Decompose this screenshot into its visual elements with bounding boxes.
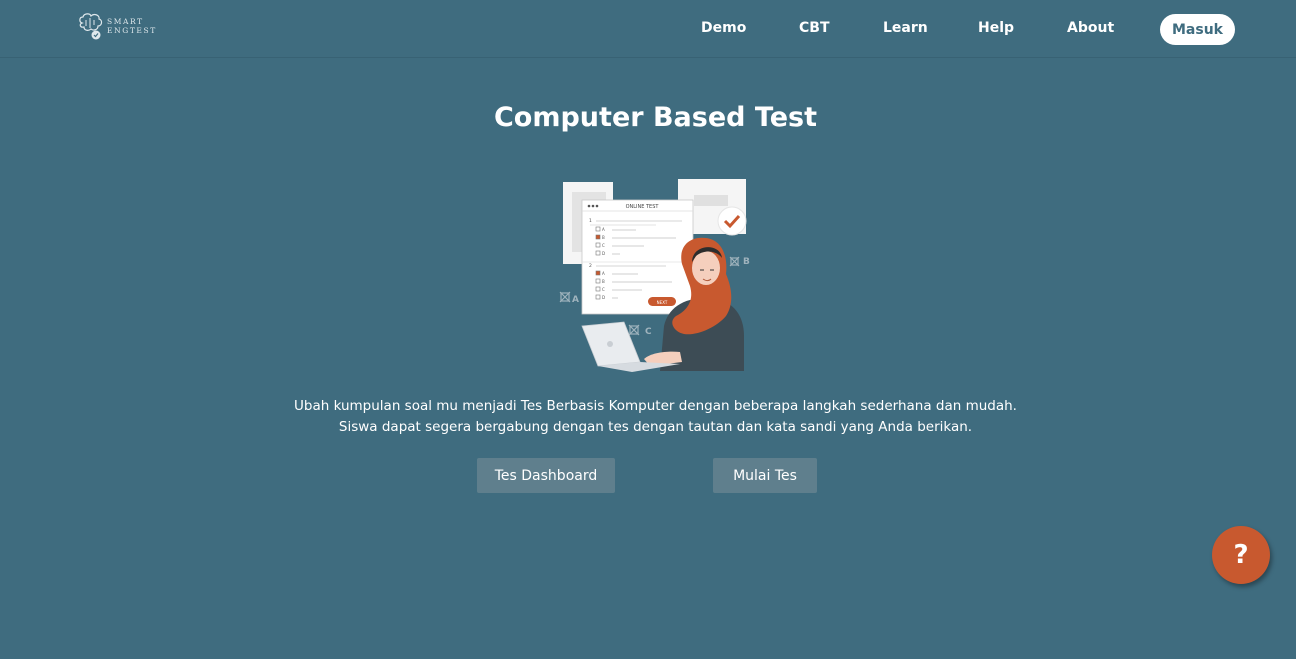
svg-text:A: A: [602, 227, 605, 232]
sheet-title: ONLINE TEST: [626, 204, 660, 210]
nav-cbt[interactable]: CBT: [799, 20, 830, 36]
svg-text:C: C: [602, 287, 605, 292]
svg-text:C: C: [602, 243, 605, 248]
svg-text:A: A: [602, 271, 605, 276]
nav-about[interactable]: About: [1067, 20, 1114, 36]
svg-text:D: D: [602, 295, 605, 300]
test-dashboard-button[interactable]: Tes Dashboard: [477, 458, 615, 493]
start-test-button[interactable]: Mulai Tes: [713, 458, 817, 493]
login-button[interactable]: Masuk: [1160, 14, 1235, 45]
nav-learn[interactable]: Learn: [883, 20, 928, 36]
svg-text:D: D: [602, 251, 605, 256]
description-line-2: Siswa dapat segera bergabung dengan tes …: [338, 419, 973, 435]
svg-text:B: B: [602, 235, 605, 240]
mark-a: A: [572, 295, 579, 305]
logo-wordmark: SMART ENGTEST: [107, 17, 157, 35]
page: SMART ENGTEST Demo CBT Learn Help About …: [0, 0, 1296, 659]
question-number-1: 1: [589, 218, 592, 224]
sheet-next-label: NEXT: [657, 300, 668, 305]
help-question-icon[interactable]: ?: [1212, 526, 1270, 584]
description-line-1: Ubah kumpulan soal mu menjadi Tes Berbas…: [294, 398, 1017, 414]
page-title: Computer Based Test: [493, 102, 817, 133]
description: Ubah kumpulan soal mu menjadi Tes Berbas…: [0, 396, 1296, 438]
brand-logo[interactable]: SMART ENGTEST: [76, 11, 157, 41]
mark-c: C: [645, 327, 652, 337]
online-test-illustration: ONLINE TEST 1 A B C D 2 A B C D NEXT A B…: [559, 179, 750, 372]
mark-b: B: [743, 257, 750, 267]
svg-text:B: B: [602, 279, 605, 284]
top-navbar: SMART ENGTEST Demo CBT Learn Help About …: [0, 0, 1296, 58]
question-number-2: 2: [589, 263, 592, 269]
logo-line1: SMART: [107, 17, 144, 26]
logo-line2: ENGTEST: [107, 26, 157, 35]
nav-help[interactable]: Help: [978, 20, 1014, 36]
nav-demo[interactable]: Demo: [701, 20, 746, 36]
brain-logo-icon: [79, 13, 103, 40]
